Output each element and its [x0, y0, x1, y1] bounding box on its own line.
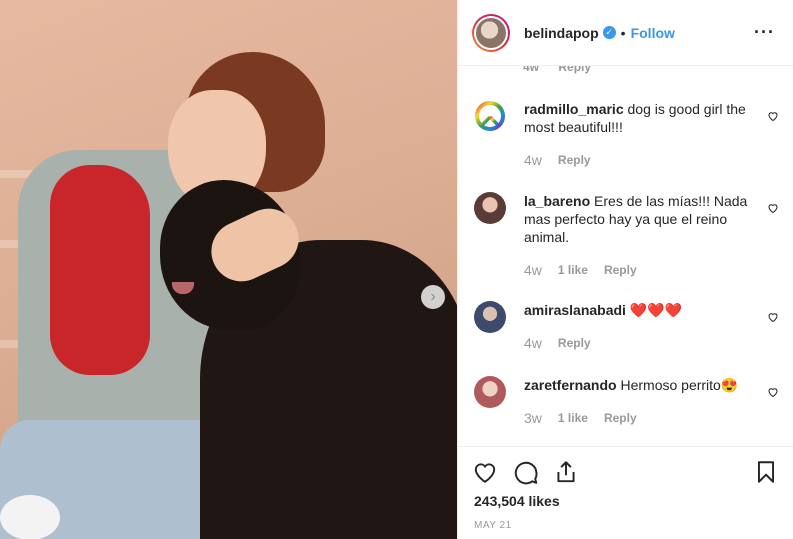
comment-time: 3w	[524, 410, 542, 426]
comment-body: Hermoso perrito😍	[620, 377, 739, 393]
chevron-right-icon: ›	[430, 288, 436, 305]
comment-text: la_bareno Eres de las mías!!! Nada mas p…	[524, 192, 764, 246]
reply-button[interactable]: Reply	[604, 411, 637, 425]
comment-text: zaretfernando Hermoso perrito😍	[524, 376, 764, 394]
like-comment-heart-icon[interactable]	[767, 386, 779, 398]
sleeve-shape	[50, 165, 150, 375]
separator-dot: •	[620, 24, 626, 41]
comment-likes[interactable]: 1 like	[558, 411, 588, 425]
comment-username[interactable]: radmillo_maric	[524, 101, 624, 117]
post-actions: 243,504 likes MAY 21	[458, 446, 793, 539]
peace-sign-avatar[interactable]	[474, 100, 506, 132]
like-comment-heart-icon[interactable]	[767, 202, 779, 214]
comment-meta: 4w 1 like Reply	[524, 262, 653, 278]
follow-button[interactable]: Follow	[631, 25, 675, 41]
comment-likes[interactable]: 1 like	[558, 263, 588, 277]
comment-icon[interactable]	[513, 459, 539, 485]
avatar[interactable]	[474, 192, 506, 224]
comment-username[interactable]: zaretfernando	[524, 377, 617, 393]
like-comment-heart-icon[interactable]	[767, 110, 779, 122]
comment-text: amiraslanabadi ❤️❤️❤️	[524, 301, 764, 319]
comment-time: 4w	[524, 262, 542, 278]
share-icon[interactable]	[553, 459, 579, 485]
reply-button[interactable]: Reply	[558, 336, 591, 350]
post-photo[interactable]: ›	[0, 0, 457, 539]
comment-meta: 4w Reply	[524, 335, 607, 351]
next-photo-button[interactable]: ›	[421, 285, 445, 309]
verified-badge-icon: ✓	[602, 26, 616, 39]
comment-username[interactable]: amiraslanabadi	[524, 302, 626, 318]
avatar[interactable]	[472, 13, 510, 52]
avatar[interactable]	[474, 376, 506, 408]
comment-username[interactable]: la_bareno	[524, 193, 590, 209]
comments-panel: belindapop ✓ • Follow ··· 4w Reply radmi…	[457, 0, 793, 539]
reply-button[interactable]: Reply	[604, 263, 637, 277]
heart-icon[interactable]	[472, 459, 498, 485]
reply-button[interactable]: Reply	[558, 153, 591, 167]
profile-picture	[476, 17, 506, 48]
post-username[interactable]: belindapop	[524, 25, 599, 41]
post-date: MAY 21	[474, 520, 512, 531]
bookmark-icon[interactable]	[753, 459, 779, 485]
comment-text: radmillo_maric dog is good girl the most…	[524, 100, 764, 136]
comment-meta: 4w Reply	[524, 152, 607, 168]
like-comment-heart-icon[interactable]	[767, 311, 779, 323]
likes-count[interactable]: 243,504 likes	[474, 493, 560, 509]
comment-time: 4w	[524, 152, 542, 168]
post-header: belindapop ✓ • Follow ···	[458, 0, 793, 66]
avatar[interactable]	[474, 301, 506, 333]
comment-time: 4w	[524, 335, 542, 351]
comment-body: ❤️❤️❤️	[629, 302, 683, 318]
shoe-shape	[0, 495, 60, 539]
peace-sign-icon	[475, 101, 505, 131]
comment-meta: 3w 1 like Reply	[524, 410, 653, 426]
more-options-icon[interactable]: ···	[754, 22, 775, 43]
